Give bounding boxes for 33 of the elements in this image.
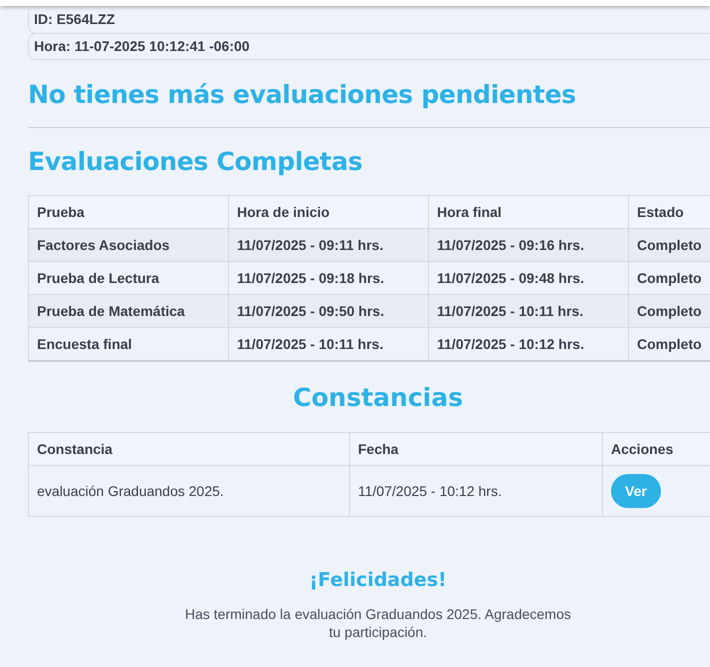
table-cell: 11/07/2025 - 10:11 hrs.	[228, 328, 428, 361]
info-field: ID: E564LZZ	[28, 7, 710, 34]
info-field: Hora: 11-07-2025 10:12:41 -06:00	[28, 33, 710, 60]
page-heading: No tienes más evaluaciones pendientes	[28, 79, 577, 111]
table-cell: Completo	[628, 294, 710, 328]
column-header: Fecha	[350, 432, 602, 466]
table-cell: 11/07/2025 - 09:11 hrs.	[228, 228, 428, 262]
table-cell: 11/07/2025 - 10:12 hrs.	[428, 328, 628, 361]
table-cell: 11/07/2025 - 09:18 hrs.	[228, 262, 428, 294]
table-cell: 11/07/2025 - 09:50 hrs.	[228, 294, 428, 328]
table-cell: Completo	[628, 228, 710, 262]
table-cell: evaluación Graduandos 2025.	[28, 466, 350, 516]
column-header: Estado	[628, 196, 710, 228]
table-cell: 11/07/2025 - 09:48 hrs.	[428, 262, 628, 294]
congrats-message: Has terminado la evaluación Graduandos 2025. Agradecemos tu participación.	[184, 605, 572, 641]
table-cell: Encuesta final	[28, 328, 228, 361]
section-heading: Evaluaciones Completas	[28, 146, 364, 178]
table-cell: 11/07/2025 - 10:12 hrs.	[350, 466, 602, 516]
section-heading: Constancias	[292, 382, 464, 414]
table-cell: 11/07/2025 - 10:11 hrs.	[428, 294, 628, 328]
table-cell: Prueba de Matemática	[28, 294, 228, 328]
view-button[interactable]: Ver	[611, 474, 661, 508]
column-header: Prueba	[28, 196, 228, 228]
column-header: Hora de inicio	[228, 196, 428, 228]
table-cell: 11/07/2025 - 09:16 hrs.	[428, 228, 628, 262]
table-cell: Completo	[628, 328, 710, 361]
table-cell: Completo	[628, 262, 710, 294]
column-header: Constancia	[28, 432, 350, 466]
congrats-heading: ¡Felicidades!	[308, 569, 448, 591]
column-header: Hora final	[428, 196, 628, 228]
table-cell: Prueba de Lectura	[28, 262, 228, 294]
table-cell: Factores Asociados	[28, 228, 228, 262]
column-header: Acciones	[602, 432, 710, 466]
